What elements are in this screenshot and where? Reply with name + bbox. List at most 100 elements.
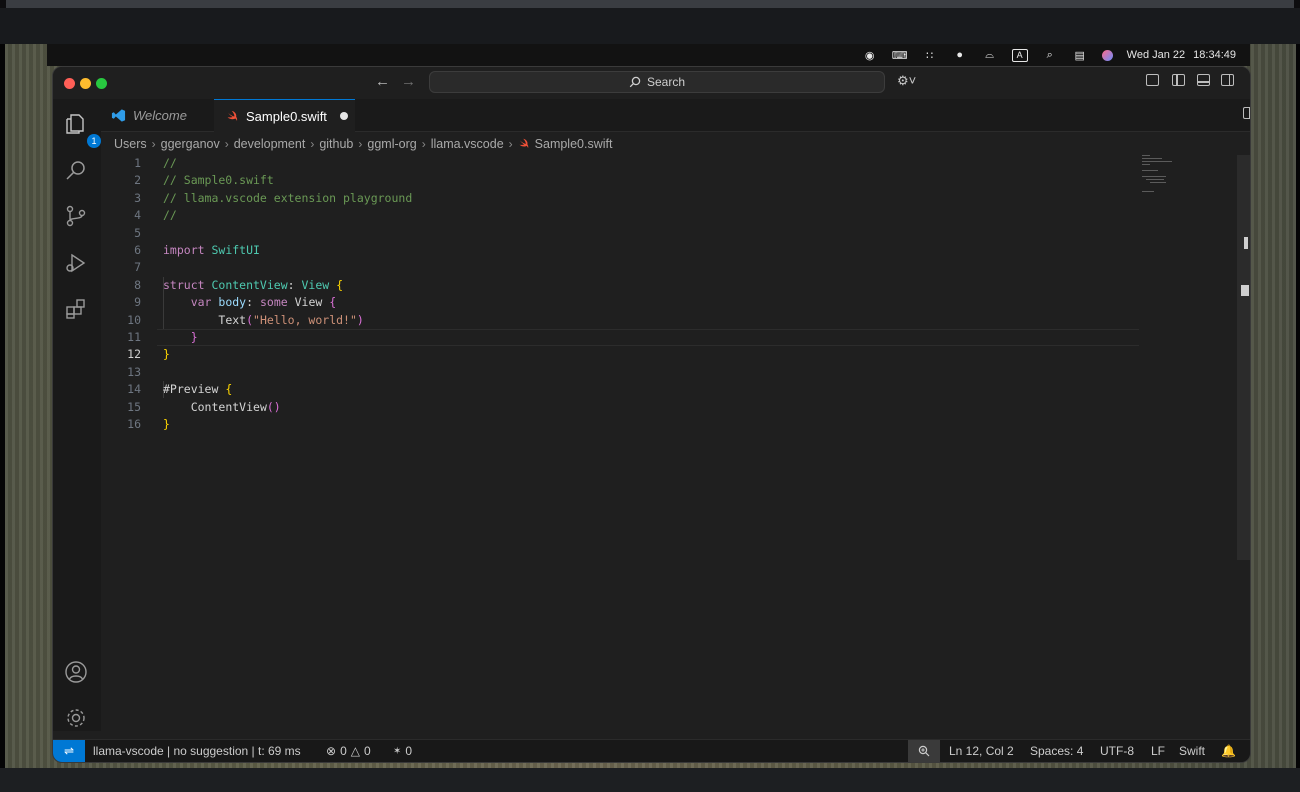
source-control-icon[interactable] [63,203,89,229]
code-line[interactable]: struct ContentView: View { [163,277,343,294]
vscode-window: ← → Search ⚙˅ 1 Welcome Sample0.swift Us… [53,67,1250,762]
end-of-line-item[interactable]: LF [1151,740,1165,762]
code-line[interactable]: // llama.vscode extension playground [163,190,412,207]
chevron-right-icon: › [151,137,156,151]
toggle-secondary-sidebar-icon[interactable] [1221,74,1234,86]
llama-status-text: llama-vscode | no suggestion | t: 69 ms [93,744,301,758]
grid-dots-icon[interactable]: ∷ [922,48,938,62]
toggle-primary-sidebar-icon[interactable] [1172,74,1185,86]
chevron-right-icon: › [508,137,513,151]
code-line[interactable]: var body: some View { [163,294,336,311]
code-line[interactable]: ContentView() [163,399,281,416]
code-token: ContentView [204,277,288,292]
indentation-item[interactable]: Spaces: 4 [1030,740,1083,762]
code-line[interactable]: } [163,329,198,346]
swift-icon [519,138,528,149]
run-and-debug-icon[interactable] [63,250,89,276]
tab-label: Welcome [133,108,187,123]
code-line[interactable]: // [163,207,177,224]
vertical-scrollbar[interactable] [1237,155,1250,560]
line-number: 6 [134,243,141,257]
breadcrumb-item[interactable]: development [234,137,306,151]
copilot-icon[interactable]: ⚙˅ [897,73,916,89]
menubar-clock[interactable]: Wed Jan 22 18:34:49 [1127,49,1236,61]
close-window-button[interactable] [64,78,75,89]
code-line[interactable]: import SwiftUI [163,242,260,259]
code-token: () [266,399,281,414]
code-token: // [163,208,177,223]
status-bar: ⇌ llama-vscode | no suggestion | t: 69 m… [53,739,1250,762]
go-forward-icon[interactable]: → [401,73,416,90]
ports-status-item[interactable]: ✶ 0 [393,740,412,762]
vscode-icon [111,109,126,122]
tab-welcome[interactable]: Welcome [107,99,213,132]
record-icon[interactable]: ◉ [862,48,878,62]
control-center-icon[interactable]: ▤ [1072,48,1088,62]
keyboard-icon[interactable]: ⌨ [892,48,908,62]
account-icon[interactable] [63,659,89,685]
zoom-status-item[interactable] [908,740,940,762]
code-line[interactable]: // [163,155,177,172]
chevron-right-icon: › [358,137,363,151]
go-back-icon[interactable]: ← [375,73,390,90]
error-count: 0 [340,744,347,758]
line-number: 13 [127,364,141,379]
activity-bar: 1 [53,99,101,731]
breadcrumb-item[interactable]: llama.vscode [431,137,504,151]
split-editor-icon[interactable] [1243,107,1250,119]
unsaved-changes-dot[interactable] [339,112,348,120]
search-view-icon[interactable] [63,157,89,183]
user-icon[interactable]: ● [952,48,968,62]
code-token: { [225,382,233,397]
screen-right-edge [1296,44,1300,768]
line-number: 4 [134,208,141,223]
problems-status-item[interactable]: ⊗ 0 △ 0 [326,740,371,762]
code-token: // Sample0.swift [163,173,274,188]
breadcrumb-item[interactable]: github [319,137,353,151]
remote-indicator-button[interactable]: ⇌ [53,740,85,762]
code-line[interactable]: // Sample0.swift [163,172,274,189]
search-placeholder: Search [646,75,686,89]
cursor-position-item[interactable]: Ln 12, Col 2 [949,740,1014,762]
toggle-panel-icon[interactable] [1197,74,1210,86]
code-token: #Preview [163,382,219,397]
zoom-window-button[interactable] [96,78,107,89]
line-number: 1 [134,156,141,170]
breadcrumb-item[interactable]: Users [114,137,147,151]
line-number: 11 [127,330,141,344]
spotlight-search-icon[interactable]: ⌕ [1042,48,1058,62]
breadcrumb-item[interactable]: Sample0.swift [535,137,613,151]
encoding-item[interactable]: UTF-8 [1100,740,1134,762]
code-token: some [259,295,288,310]
code-token: SwiftUI [204,243,260,257]
customize-layout-icon[interactable] [1146,74,1159,86]
notifications-bell-icon[interactable]: 🔔 [1221,740,1236,762]
wifi-icon[interactable]: ⌓ [982,48,998,62]
command-center-search[interactable]: Search [429,71,885,93]
siri-icon[interactable] [1101,49,1113,61]
line-number: 9 [134,295,141,310]
code-line[interactable]: } [163,416,170,433]
minimize-window-button[interactable] [80,78,91,89]
code-line[interactable]: } [163,346,170,363]
minimap[interactable] [1142,155,1190,195]
breadcrumb-item[interactable]: ggml-org [367,137,416,151]
settings-gear-icon[interactable] [63,705,89,731]
code-token: struct [163,277,205,292]
line-number: 12 [127,347,141,362]
input-source-icon[interactable]: A [1011,48,1028,62]
code-token: : [287,277,302,292]
extensions-icon[interactable] [63,296,89,322]
explorer-icon[interactable]: 1 [63,111,101,148]
code-line[interactable]: Text("Hello, world!") [163,312,363,329]
breadcrumb-item[interactable]: ggerganov [161,137,220,151]
code-editor[interactable]: 1 2 3 4 5 6 7 8 9 10 11 12 13 14 15 16 //// Sample0.swi… [101,155,1250,731]
language-mode-item[interactable]: Swift [1179,740,1205,762]
tab-sample0-swift[interactable]: Sample0.swift [214,99,355,132]
code-line[interactable]: #Preview { [163,381,232,398]
screen-top-band [0,8,1300,44]
llama-status-item[interactable]: llama-vscode | no suggestion | t: 69 ms [93,740,301,762]
